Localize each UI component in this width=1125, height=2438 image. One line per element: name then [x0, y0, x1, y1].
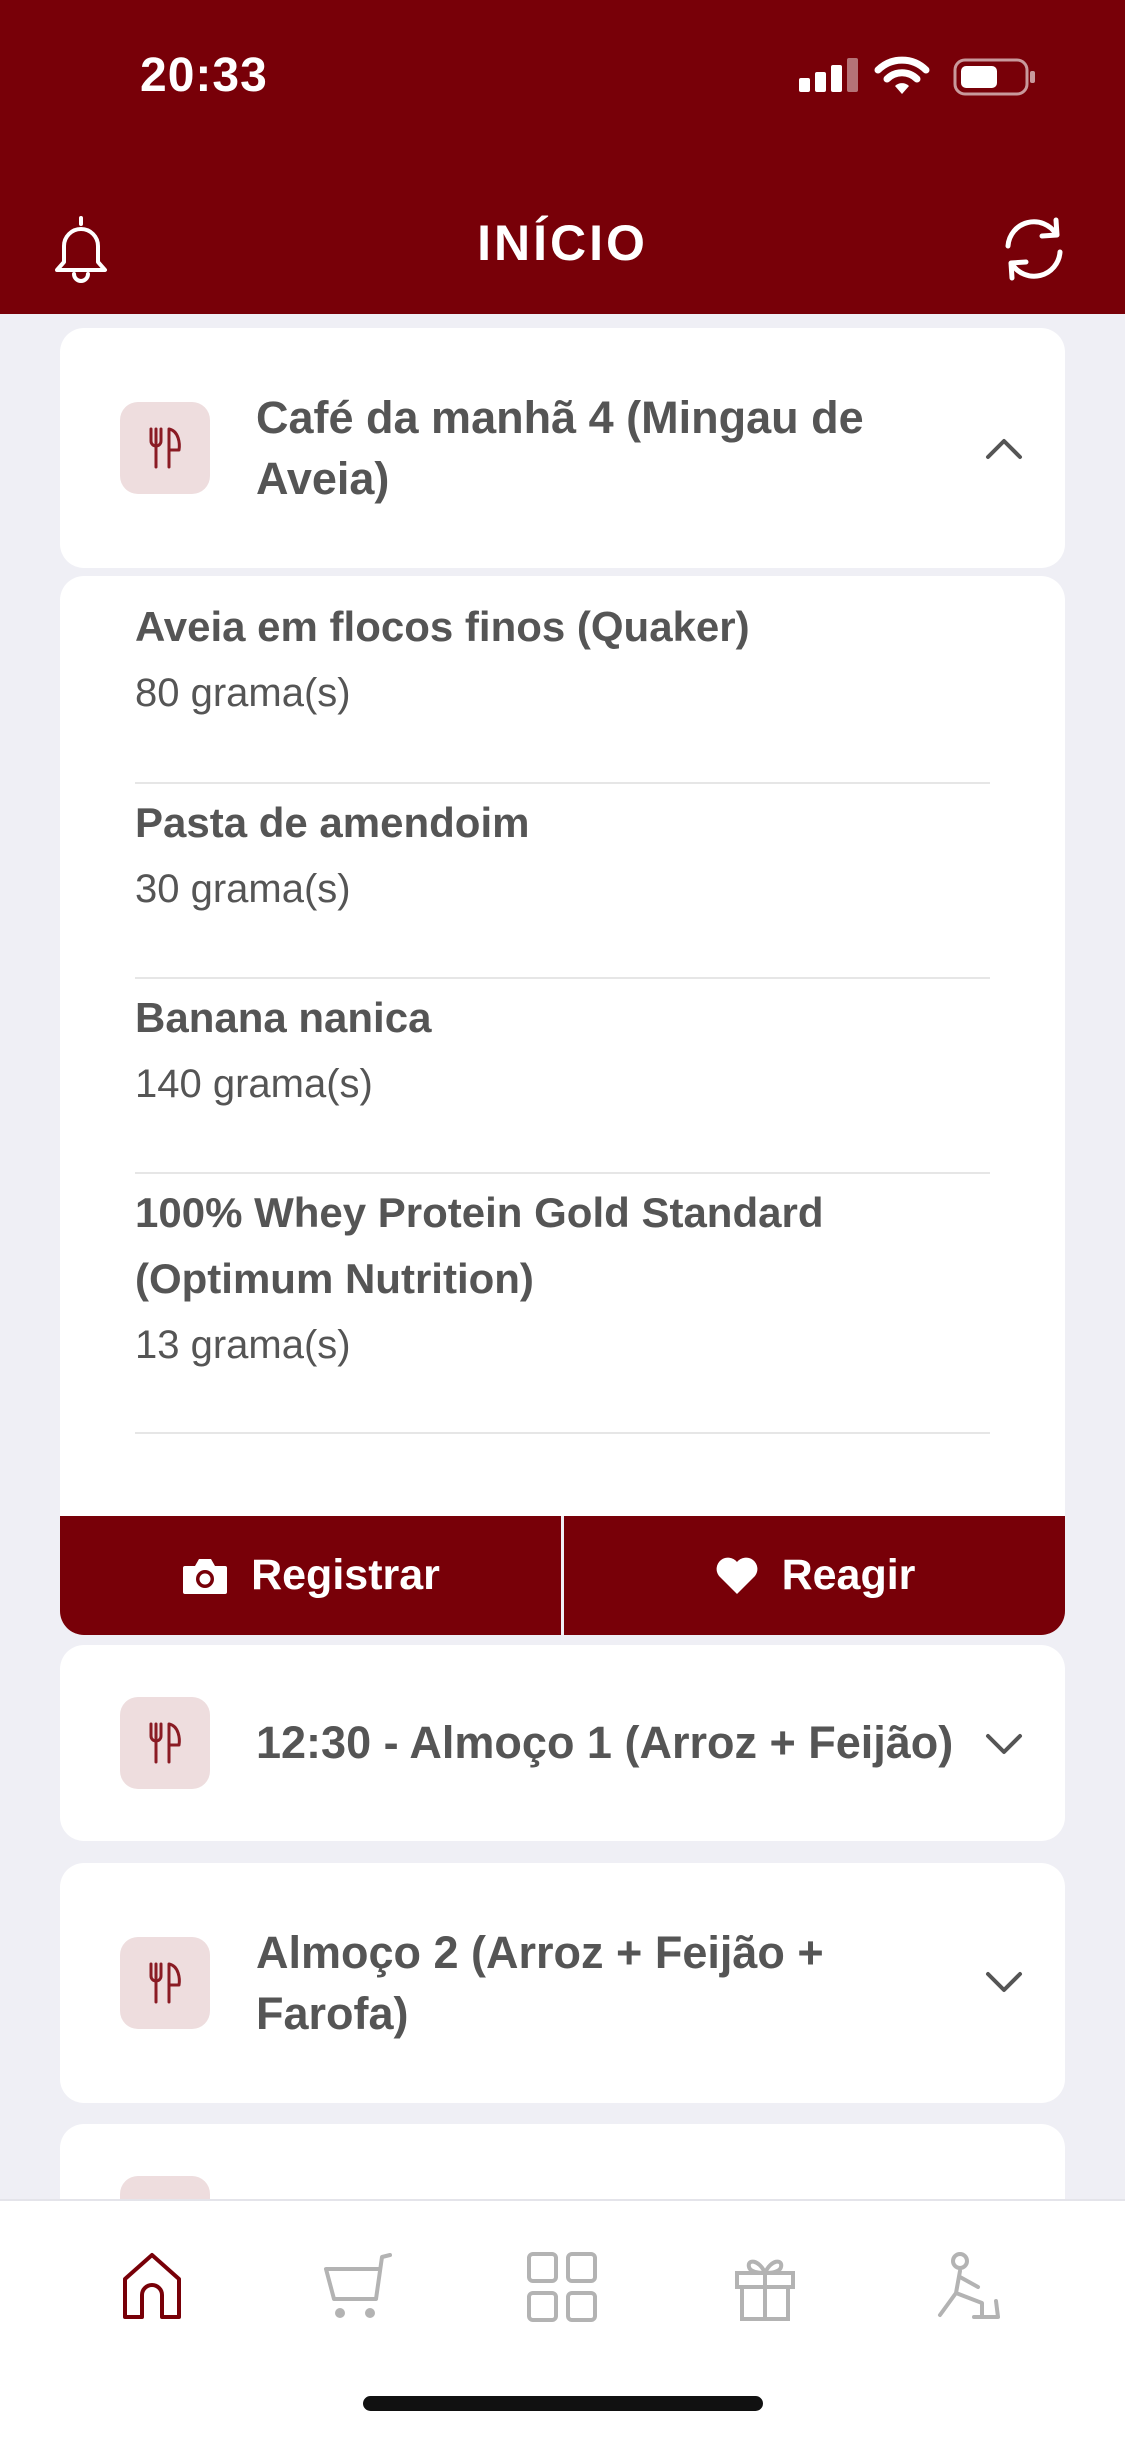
- food-quantity: 13 grama(s): [135, 1323, 351, 1367]
- battery-icon: [953, 58, 1035, 96]
- chevron-down-icon[interactable]: [985, 1733, 1023, 1757]
- food-item: Pasta de amendoim 30 grama(s): [135, 790, 990, 922]
- food-item: Aveia em flocos finos (Quaker) 80 grama(…: [135, 594, 990, 726]
- register-label: Registrar: [251, 1551, 440, 1599]
- heart-icon: [716, 1557, 757, 1594]
- cutlery-icon: [149, 1962, 181, 2004]
- meal-card[interactable]: Almoço 2 (Arroz + Feijão + Farofa): [60, 1863, 1065, 2103]
- food-name: Aveia em flocos finos (Quaker): [135, 603, 750, 650]
- grid-icon[interactable]: [526, 2251, 598, 2323]
- cutlery-icon: [149, 427, 181, 469]
- meal-icon-box: [120, 402, 210, 494]
- food-item: 100% Whey Protein Gold Standard (Optimum…: [135, 1180, 990, 1378]
- food-name: 100% Whey Protein Gold Standard (Optimum…: [135, 1189, 824, 1302]
- page-title: INÍCIO: [477, 215, 648, 271]
- camera-icon: [183, 1558, 228, 1594]
- chevron-down-icon[interactable]: [985, 1971, 1023, 1995]
- cutlery-icon: [149, 1722, 181, 1764]
- sync-icon[interactable]: [996, 214, 1072, 284]
- meal-title: Almoço 2 (Arroz + Feijão + Farofa): [256, 1927, 824, 2039]
- food-quantity: 80 grama(s): [135, 671, 351, 715]
- chevron-up-icon[interactable]: [985, 436, 1023, 460]
- meal-foods-card: Aveia em flocos finos (Quaker) 80 grama(…: [60, 576, 1065, 1635]
- meal-icon-box: [120, 1937, 210, 2029]
- food-quantity: 140 grama(s): [135, 1062, 373, 1106]
- exercise-icon[interactable]: [934, 2251, 1006, 2323]
- home-icon[interactable]: [121, 2251, 183, 2321]
- cart-icon[interactable]: [322, 2251, 394, 2323]
- gift-icon[interactable]: [733, 2251, 797, 2323]
- status-time: 20:33: [140, 49, 268, 102]
- react-label: Reagir: [781, 1551, 916, 1599]
- react-button[interactable]: Reagir: [564, 1516, 1065, 1635]
- wifi-icon: [874, 56, 930, 94]
- food-name: Banana nanica: [135, 994, 432, 1041]
- food-quantity: 30 grama(s): [135, 867, 351, 911]
- meal-title: Café da manhã 4 (Mingau de Aveia): [256, 392, 864, 504]
- meal-card-header[interactable]: Café da manhã 4 (Mingau de Aveia): [60, 328, 1065, 568]
- meal-title: 12:30 - Almoço 1 (Arroz + Feijão): [256, 1717, 954, 1768]
- home-indicator: [363, 2396, 763, 2411]
- meal-card[interactable]: 12:30 - Almoço 1 (Arroz + Feijão): [60, 1645, 1065, 1841]
- food-name: Pasta de amendoim: [135, 799, 530, 846]
- divider: [135, 977, 990, 979]
- top-header: 20:33 INÍCIO: [0, 0, 1125, 314]
- meal-icon-box: [120, 1697, 210, 1789]
- food-item: Banana nanica 140 grama(s): [135, 985, 990, 1117]
- meal-action-bar: Registrar Reagir: [60, 1516, 1065, 1635]
- divider: [135, 782, 990, 784]
- cellular-signal-icon: [799, 56, 859, 96]
- divider: [135, 1432, 990, 1434]
- divider: [135, 1172, 990, 1174]
- register-button[interactable]: Registrar: [60, 1516, 561, 1635]
